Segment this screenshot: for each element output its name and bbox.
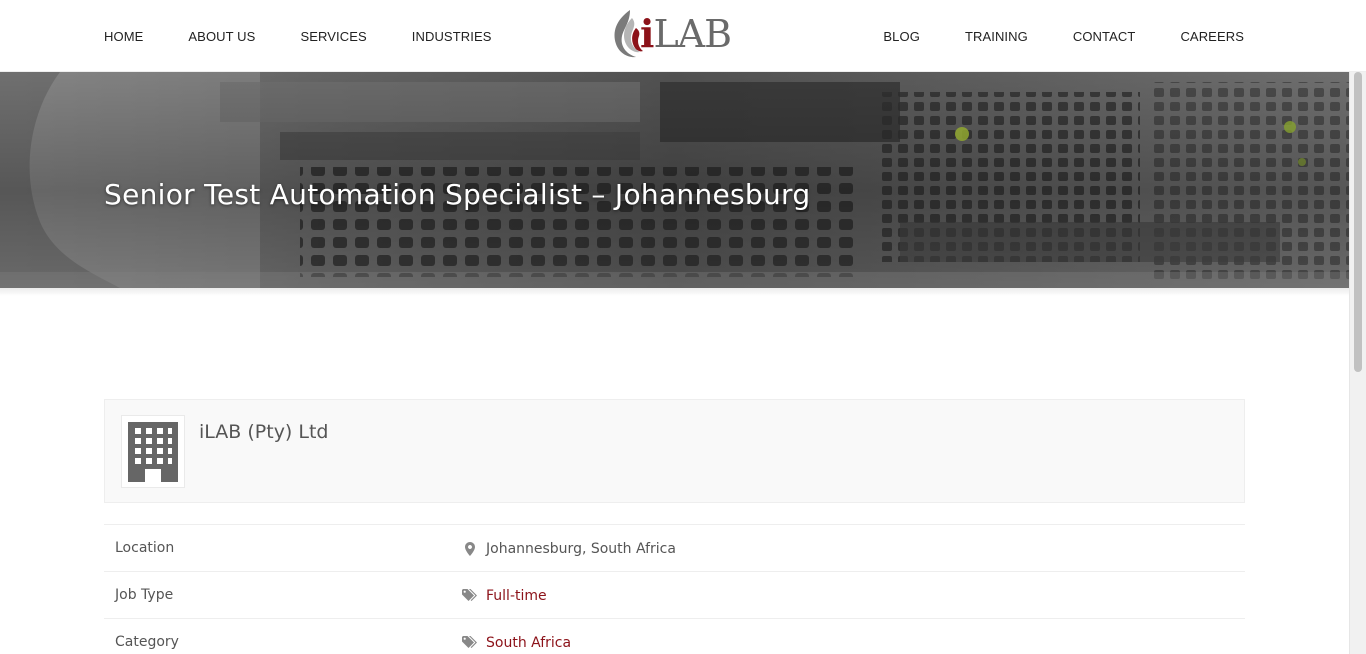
detail-value-location: Johannesburg, South Africa xyxy=(460,525,676,572)
category-link[interactable]: South Africa xyxy=(486,635,571,651)
nav-industries[interactable]: INDUSTRIES xyxy=(412,29,492,44)
detail-value-job-type: Full-time xyxy=(460,572,547,619)
scrollbar-thumb[interactable] xyxy=(1354,72,1362,372)
nav-careers[interactable]: CAREERS xyxy=(1180,29,1244,44)
nav-training[interactable]: TRAINING xyxy=(965,29,1028,44)
location-text: Johannesburg, South Africa xyxy=(486,540,676,557)
detail-label-job-type: Job Type xyxy=(115,587,174,603)
job-type-link[interactable]: Full-time xyxy=(486,588,547,604)
tags-icon xyxy=(460,589,480,602)
page-title: Senior Test Automation Specialist – Joha… xyxy=(104,178,811,211)
tags-icon xyxy=(460,636,480,649)
table-row: Location Johannesburg, South Africa xyxy=(104,525,1245,572)
map-pin-icon xyxy=(460,541,480,556)
company-name: iLAB (Pty) Ltd xyxy=(199,421,329,443)
nav-contact[interactable]: CONTACT xyxy=(1073,29,1136,44)
nav-services[interactable]: SERVICES xyxy=(300,29,366,44)
company-card: iLAB (Pty) Ltd xyxy=(104,399,1245,503)
detail-label-location: Location xyxy=(115,540,175,556)
table-row: Category South Africa xyxy=(104,619,1245,654)
detail-label-category: Category xyxy=(115,634,179,650)
site-logo[interactable]: iLAB xyxy=(610,6,740,62)
site-header: HOME ABOUT US SERVICES INDUSTRIES iLAB B… xyxy=(0,0,1366,72)
nav-blog[interactable]: BLOG xyxy=(883,29,920,44)
logo-wordmark: iLAB xyxy=(640,11,732,56)
hero-shadow xyxy=(0,288,1349,296)
nav-home[interactable]: HOME xyxy=(104,29,143,44)
primary-nav-right: BLOG TRAINING CONTACT CAREERS xyxy=(883,0,1244,72)
job-details-table: Location Johannesburg, South Africa Job … xyxy=(104,524,1245,654)
nav-about-us[interactable]: ABOUT US xyxy=(188,29,255,44)
table-row: Job Type Full-time xyxy=(104,572,1245,619)
company-logo xyxy=(121,415,185,488)
detail-value-category: South Africa xyxy=(460,619,571,654)
vertical-scrollbar[interactable] xyxy=(1349,0,1366,654)
hero-banner: Senior Test Automation Specialist – Joha… xyxy=(0,72,1349,288)
primary-nav-left: HOME ABOUT US SERVICES INDUSTRIES xyxy=(104,0,491,72)
building-icon xyxy=(128,421,178,482)
